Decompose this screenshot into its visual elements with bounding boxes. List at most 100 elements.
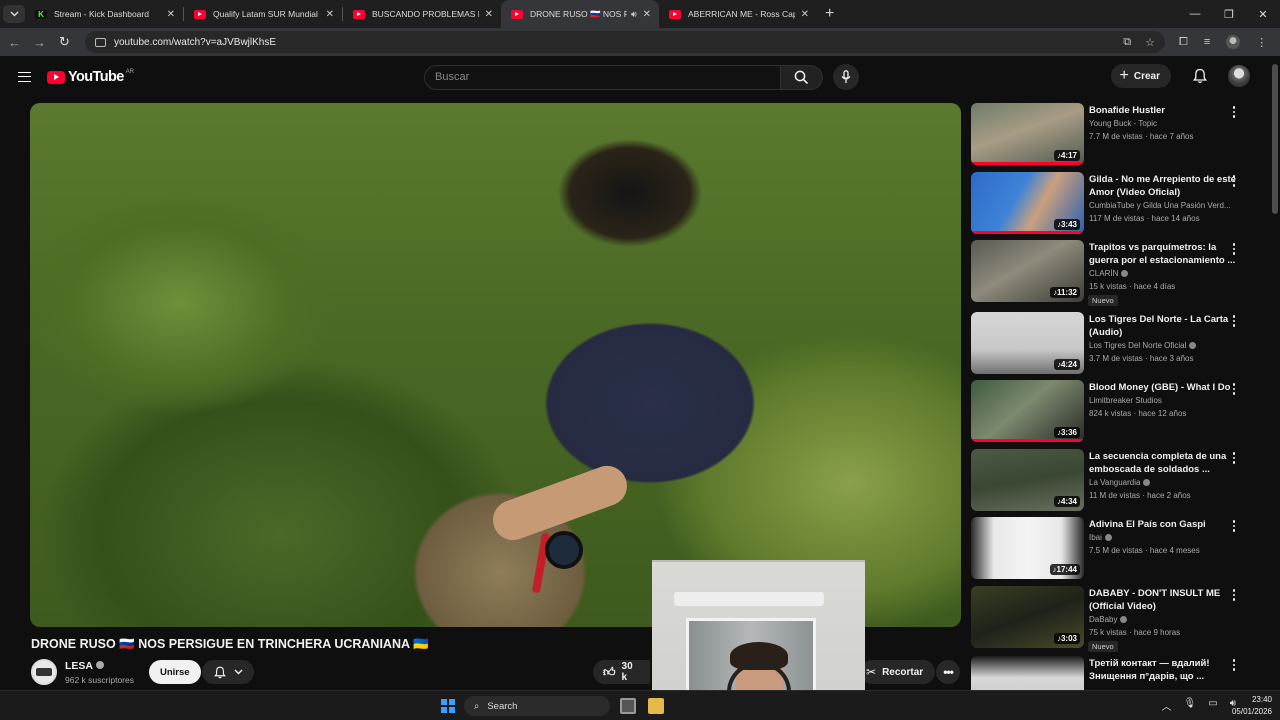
video-thumbnail[interactable]: 3:03 — [971, 586, 1084, 648]
voice-search-button[interactable] — [833, 64, 859, 90]
recommendation-channel[interactable]: Los Tigres Del Norte Oficial — [1089, 341, 1241, 350]
recommendation-item[interactable]: Третій контакт — вдалий! Знищення п°дарі… — [971, 656, 1251, 690]
recommendation-item[interactable]: 11:32 Trapitos vs parquímetros: la guerr… — [971, 240, 1251, 306]
join-button[interactable]: Unirse — [149, 660, 201, 684]
recommendation-item[interactable]: 3:03 DABABY - DON'T INSULT ME (Official … — [971, 586, 1251, 652]
video-thumbnail[interactable]: 3:43 — [971, 172, 1084, 234]
kebab-menu-icon[interactable] — [1229, 519, 1239, 533]
account-avatar[interactable] — [1228, 65, 1250, 87]
recommendation-channel[interactable]: CLARÍN — [1089, 269, 1241, 278]
speaker-icon[interactable]: 🔊︎ — [631, 9, 637, 20]
kebab-menu-icon[interactable] — [1229, 588, 1239, 602]
logo-wordmark: YouTube — [68, 69, 124, 85]
video-thumbnail[interactable]: 17:44 — [971, 517, 1084, 579]
video-thumbnail[interactable]: 3:36 — [971, 380, 1084, 442]
recommendation-title[interactable]: Третій контакт — вдалий! Знищення п°дарі… — [1089, 657, 1239, 683]
kebab-menu-icon[interactable] — [1229, 382, 1239, 396]
recommendation-item[interactable]: 4:24 Los Tigres Del Norte - La Carta (Au… — [971, 312, 1251, 376]
channel-avatar[interactable] — [31, 659, 57, 685]
search-button[interactable] — [781, 64, 823, 90]
recommendation-channel[interactable]: Limitbreaker Studios — [1089, 396, 1241, 405]
browser-menu-icon[interactable]: ⋮ — [1256, 36, 1267, 49]
extensions-icon[interactable]: ⧠ — [1179, 36, 1188, 49]
recommendation-title[interactable]: Gilda - No me Arrepiento de este Amor (V… — [1089, 173, 1239, 199]
recommendation-channel[interactable]: La Vanguardia — [1089, 478, 1241, 487]
kebab-menu-icon[interactable] — [1229, 658, 1239, 672]
microphone-icon[interactable]: 🎙︎ — [1184, 698, 1197, 713]
recommendation-channel[interactable]: Ibai — [1089, 533, 1241, 542]
menu-icon[interactable] — [18, 72, 31, 82]
close-tab-icon[interactable]: ✕ — [326, 9, 334, 20]
network-icon[interactable]: ▭ — [1208, 698, 1217, 713]
profile-avatar-icon[interactable] — [1226, 35, 1241, 49]
browser-tab-active[interactable]: DRONE RUSO 🇷🇺 NOS PERSI 🔊︎ ✕ — [501, 0, 659, 28]
bookmark-star-icon[interactable]: ☆ — [1145, 36, 1155, 49]
duration-badge: 3:43 — [1053, 219, 1080, 230]
minimize-icon[interactable]: — — [1178, 8, 1212, 20]
media-control-icon[interactable]: ≡ — [1204, 36, 1210, 48]
taskbar-clock[interactable]: 23:40 05/01/2026 — [1232, 694, 1272, 718]
subscription-notifications-button[interactable] — [202, 660, 254, 684]
recommendation-channel[interactable]: Young Buck - Topic — [1089, 119, 1241, 128]
task-view-icon[interactable] — [620, 698, 636, 714]
taskbar-search[interactable]: ⌕ Search — [464, 696, 610, 716]
create-button[interactable]: + Crear — [1110, 64, 1171, 88]
video-thumbnail[interactable]: 4:24 — [971, 312, 1084, 374]
new-tab-icon[interactable]: + — [825, 5, 834, 23]
youtube-logo[interactable]: YouTube AR — [47, 69, 134, 85]
video-thumbnail[interactable]: 4:17 — [971, 103, 1084, 165]
reload-icon[interactable]: ↻ — [52, 34, 77, 50]
close-tab-icon[interactable]: ✕ — [643, 9, 651, 20]
watch-progress — [971, 162, 1084, 165]
kebab-menu-icon[interactable] — [1229, 451, 1239, 465]
browser-tab[interactable]: ABERRICAN ME - Ross Capicch ✕ — [659, 0, 817, 28]
kebab-menu-icon[interactable] — [1229, 242, 1239, 256]
file-explorer-icon[interactable] — [648, 698, 664, 714]
recommendation-title[interactable]: Adivina El País con Gaspi — [1089, 518, 1239, 531]
back-icon[interactable]: ← — [2, 35, 27, 50]
browser-tab[interactable]: K Stream - Kick Dashboard ✕ — [25, 0, 183, 28]
windows-start-icon[interactable] — [441, 699, 455, 713]
site-info-icon[interactable] — [95, 37, 106, 47]
close-tab-icon[interactable]: ✕ — [485, 9, 493, 20]
kebab-menu-icon[interactable] — [1229, 174, 1239, 188]
recommendation-item[interactable]: 4:17 Bonafide Hustler Young Buck - Topic… — [971, 103, 1251, 167]
kebab-menu-icon[interactable] — [1229, 105, 1239, 119]
recommendation-title[interactable]: Trapitos vs parquímetros: la guerra por … — [1089, 241, 1239, 267]
recommendation-item[interactable]: 17:44 Adivina El País con Gaspi Ibai 7.5… — [971, 517, 1251, 581]
address-bar[interactable]: youtube.com/watch?v=aJVBwjlKhsE ⧉ ☆ — [85, 31, 1165, 53]
forward-icon[interactable]: → — [27, 35, 52, 50]
recommendation-title[interactable]: Blood Money (GBE) - What I Do — [1089, 381, 1239, 394]
restore-icon[interactable]: ❐ — [1212, 8, 1246, 21]
recommendation-channel[interactable]: DaBaby — [1089, 615, 1241, 624]
browser-tab[interactable]: BUSCANDO PROBLEMAS EN VI ✕ — [343, 0, 501, 28]
recommendation-item[interactable]: 4:34 La secuencia completa de una embosc… — [971, 449, 1251, 513]
close-tab-icon[interactable]: ✕ — [801, 9, 809, 20]
kebab-menu-icon[interactable] — [1229, 314, 1239, 328]
like-button[interactable]: 👍︎ 30 k — [593, 660, 650, 684]
close-window-icon[interactable]: ✕ — [1246, 8, 1280, 21]
recommendation-title[interactable]: Los Tigres Del Norte - La Carta (Audio) — [1089, 313, 1239, 339]
more-actions-button[interactable]: ••• — [936, 660, 960, 684]
chevron-up-icon[interactable]: ︿ — [1162, 698, 1172, 713]
recommendation-title[interactable]: DABABY - DON'T INSULT ME (Official Video… — [1089, 587, 1239, 613]
scrollbar-thumb[interactable] — [1272, 64, 1278, 214]
recommendation-item[interactable]: 3:43 Gilda - No me Arrepiento de este Am… — [971, 172, 1251, 236]
close-tab-icon[interactable]: ✕ — [167, 9, 175, 20]
channel-name-wrap[interactable]: LESA — [65, 660, 105, 672]
notifications-button[interactable] — [1190, 66, 1210, 86]
cast-icon[interactable]: ⧉ — [1123, 36, 1131, 49]
video-player[interactable] — [30, 103, 961, 627]
video-thumbnail[interactable] — [971, 656, 1084, 690]
browser-tab[interactable]: Qualify Latam SUR Mundial Wa ✕ — [184, 0, 342, 28]
recommendation-title[interactable]: La secuencia completa de una emboscada d… — [1089, 450, 1239, 476]
video-thumbnail[interactable]: 4:34 — [971, 449, 1084, 511]
recommendation-item[interactable]: 3:36 Blood Money (GBE) - What I Do Limit… — [971, 380, 1251, 444]
clip-button[interactable]: ✂ Recortar — [860, 660, 936, 684]
tab-search-button[interactable] — [3, 5, 25, 23]
recommendation-channel[interactable]: CumbiaTube y Gilda Una Pasión Verd... — [1089, 201, 1241, 210]
video-thumbnail[interactable]: 11:32 — [971, 240, 1084, 302]
page-scrollbar[interactable] — [1270, 56, 1280, 690]
recommendation-title[interactable]: Bonafide Hustler — [1089, 104, 1239, 117]
search-input[interactable]: Buscar — [424, 64, 781, 90]
